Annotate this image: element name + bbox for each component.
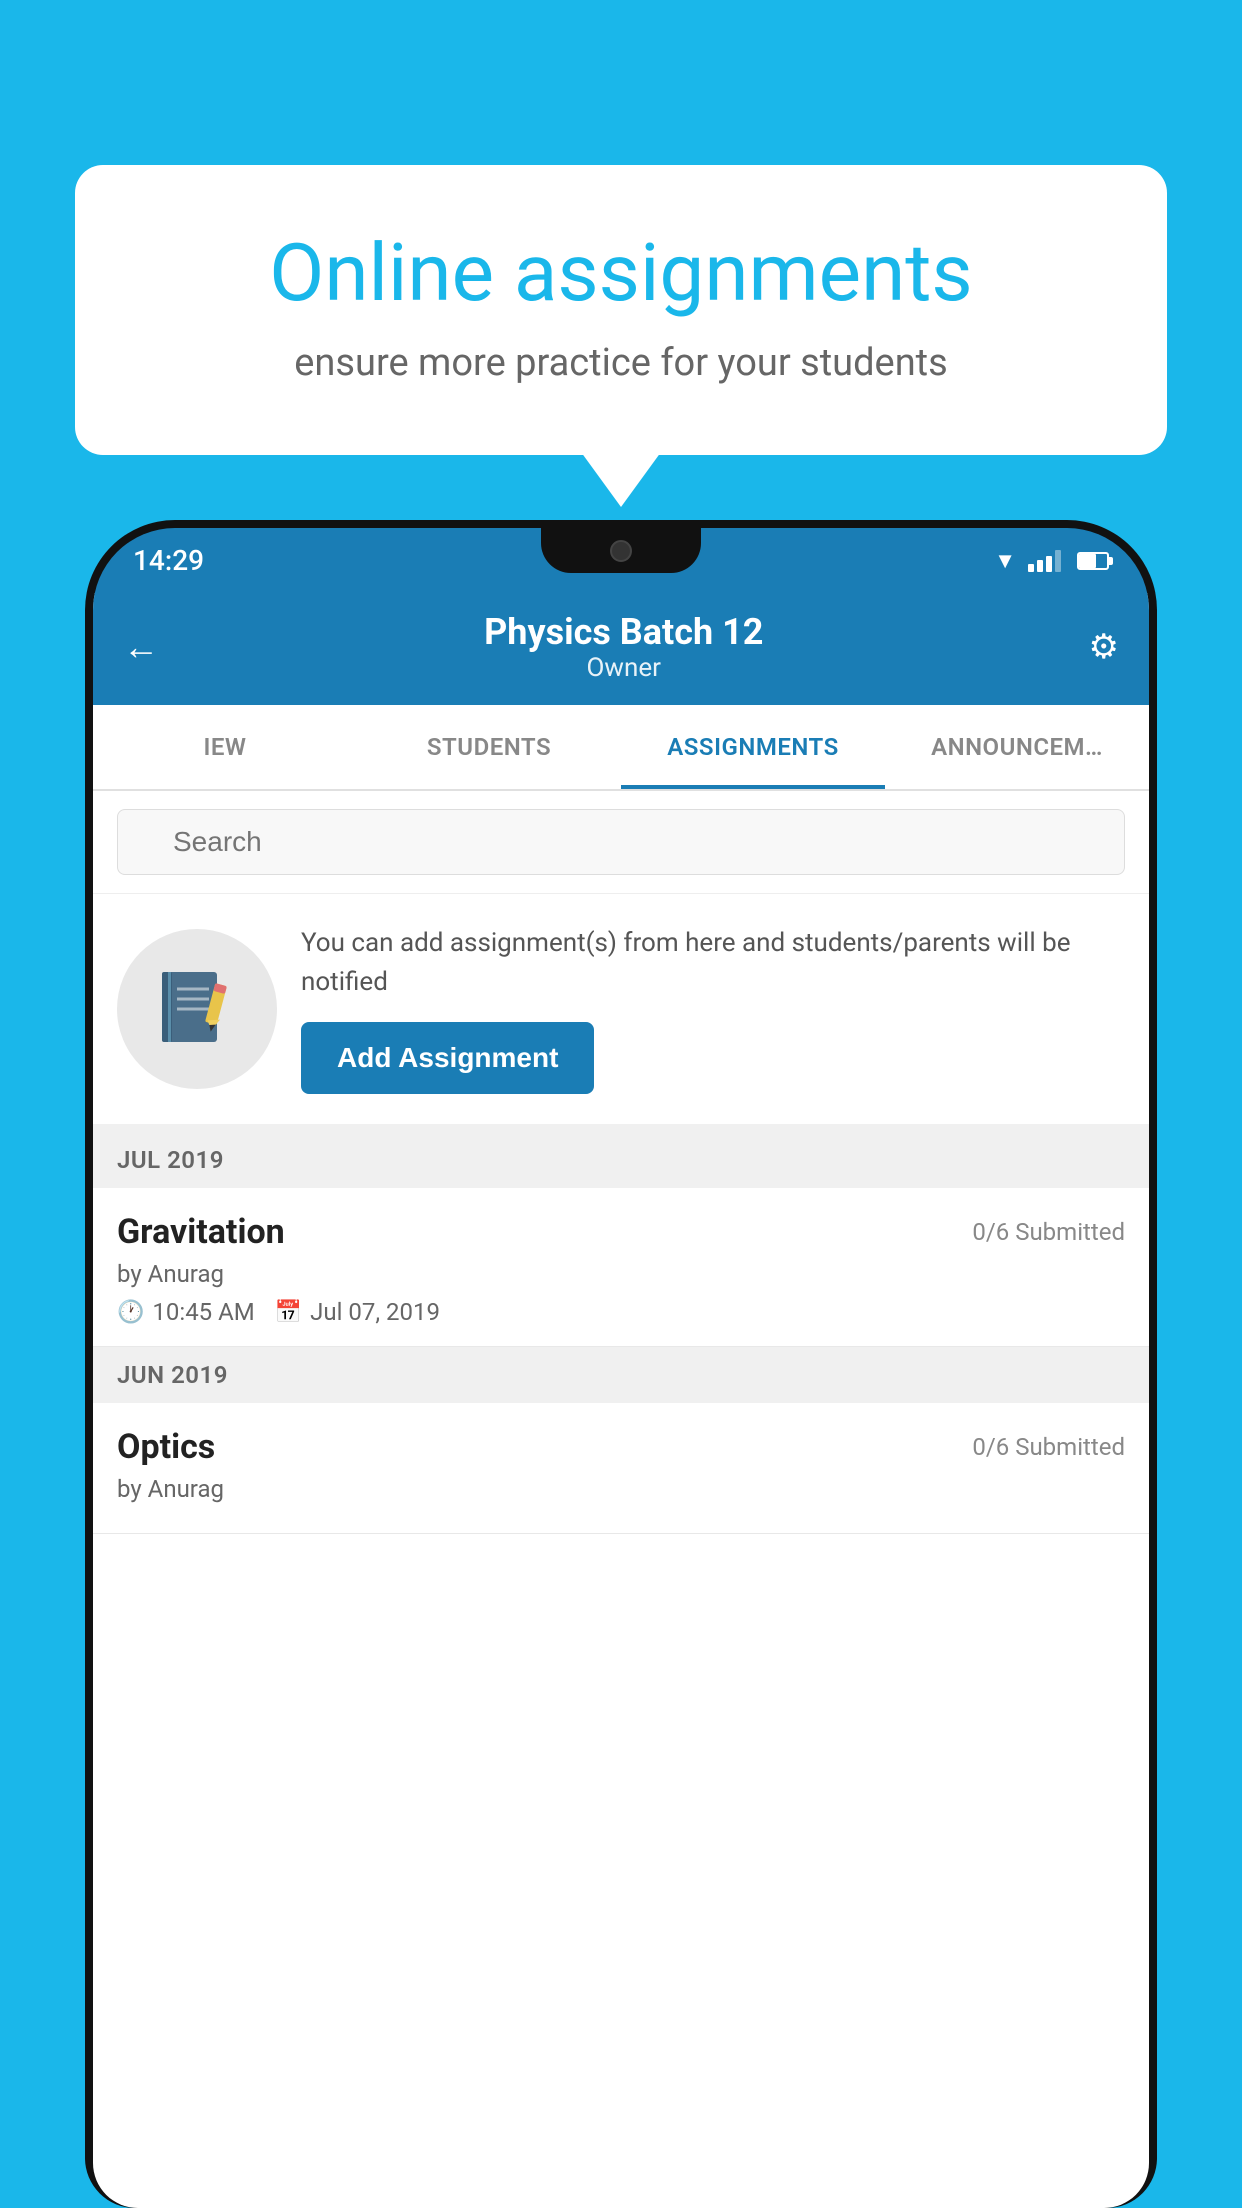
tab-iew[interactable]: IEW: [93, 705, 357, 789]
clock-icon: 🕐: [117, 1300, 144, 1325]
bubble-subtitle: ensure more practice for your students: [145, 341, 1097, 385]
app-header: ← Physics Batch 12 Owner ⚙: [93, 593, 1149, 705]
search-container: 🔍: [93, 791, 1149, 894]
assignment-item-gravitation[interactable]: Gravitation 0/6 Submitted by Anurag 🕐 10…: [93, 1188, 1149, 1347]
notebook-icon: [152, 964, 242, 1054]
front-camera: [610, 540, 632, 562]
add-assignment-description: You can add assignment(s) from here and …: [301, 924, 1125, 1002]
header-title: Physics Batch 12: [484, 611, 763, 653]
settings-icon[interactable]: ⚙: [1089, 627, 1119, 667]
add-assignment-section: You can add assignment(s) from here and …: [93, 894, 1149, 1132]
assignment-item-optics[interactable]: Optics 0/6 Submitted by Anurag: [93, 1403, 1149, 1534]
calendar-icon: 📅: [275, 1300, 302, 1325]
phone-frame: 14:29 ▼ ←: [85, 520, 1157, 2208]
phone-inner: 14:29 ▼ ←: [93, 528, 1149, 2208]
speech-bubble-container: Online assignments ensure more practice …: [75, 165, 1167, 455]
battery-icon: [1077, 552, 1109, 570]
meta-date-gravitation: 📅 Jul 07, 2019: [275, 1298, 440, 1326]
back-button[interactable]: ←: [123, 626, 159, 668]
phone-screen: ← Physics Batch 12 Owner ⚙ IEW STUDENTS …: [93, 593, 1149, 2208]
notebook-circle: [117, 929, 277, 1089]
status-time: 14:29: [133, 544, 204, 577]
search-input[interactable]: [117, 809, 1125, 875]
assignment-name-gravitation: Gravitation: [117, 1212, 285, 1252]
add-assignment-button[interactable]: Add Assignment: [301, 1022, 594, 1094]
tab-assignments[interactable]: ASSIGNMENTS: [621, 705, 885, 789]
speech-bubble: Online assignments ensure more practice …: [75, 165, 1167, 455]
header-subtitle: Owner: [484, 653, 763, 683]
section-header-jul: JUL 2019: [93, 1132, 1149, 1188]
section-header-jun: JUN 2019: [93, 1347, 1149, 1403]
add-assignment-right: You can add assignment(s) from here and …: [301, 924, 1125, 1094]
assignment-meta-gravitation: 🕐 10:45 AM 📅 Jul 07, 2019: [117, 1298, 1125, 1326]
signal-icon: [1028, 550, 1061, 572]
assignment-by-gravitation: by Anurag: [117, 1260, 1125, 1288]
tab-announcements[interactable]: ANNOUNCEM…: [885, 705, 1149, 789]
assignment-top-optics: Optics 0/6 Submitted: [117, 1427, 1125, 1467]
assignment-top: Gravitation 0/6 Submitted: [117, 1212, 1125, 1252]
assignment-by-optics: by Anurag: [117, 1475, 1125, 1503]
tabs-bar: IEW STUDENTS ASSIGNMENTS ANNOUNCEM…: [93, 705, 1149, 791]
assignment-submitted-gravitation: 0/6 Submitted: [972, 1218, 1125, 1246]
search-wrapper: 🔍: [117, 809, 1125, 875]
wifi-icon: ▼: [994, 548, 1016, 574]
bubble-title: Online assignments: [145, 225, 1097, 321]
assignment-submitted-optics: 0/6 Submitted: [972, 1433, 1125, 1461]
meta-time-gravitation: 🕐 10:45 AM: [117, 1298, 255, 1326]
header-center: Physics Batch 12 Owner: [484, 611, 763, 683]
tab-students[interactable]: STUDENTS: [357, 705, 621, 789]
assignment-name-optics: Optics: [117, 1427, 215, 1467]
status-icons: ▼: [994, 548, 1109, 574]
phone-notch: [541, 528, 701, 573]
